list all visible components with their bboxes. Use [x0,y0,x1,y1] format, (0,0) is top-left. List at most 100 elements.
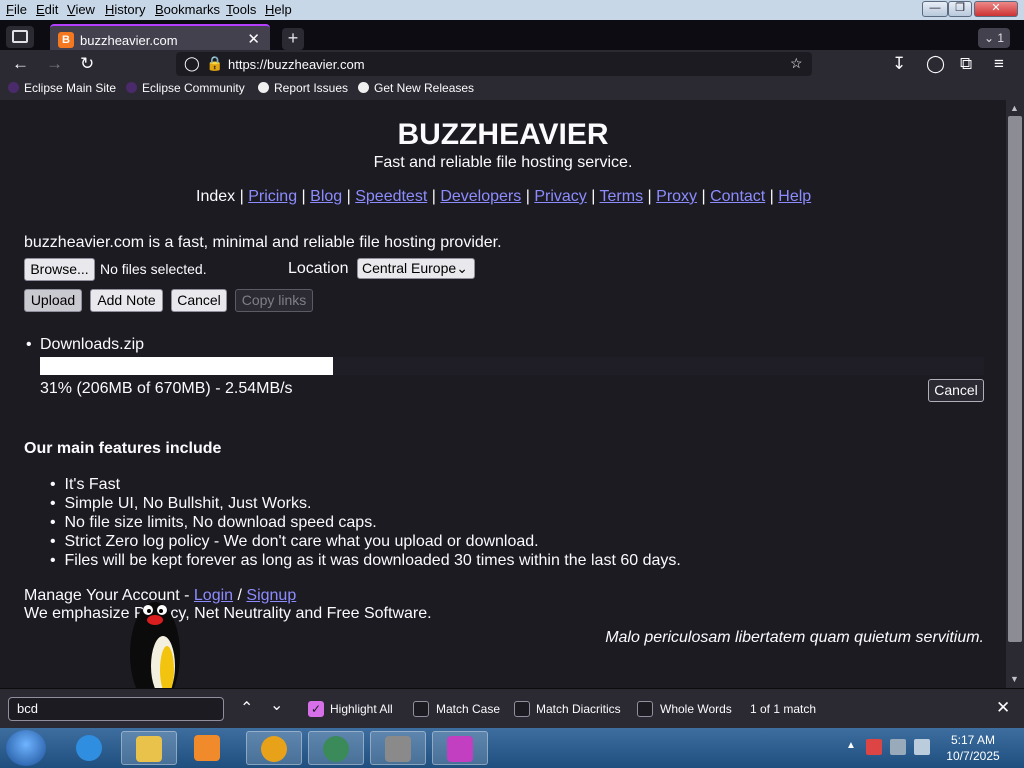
start-button[interactable] [6,730,46,766]
emphasize-text: We emphasize Privacy, Net Neutrality and… [24,605,432,622]
add-note-button[interactable]: Add Note [90,289,163,312]
find-next-icon[interactable]: ⌄ [270,695,283,715]
tray-expand-icon[interactable]: ▲ [846,740,856,751]
features-heading: Our main features include [24,440,222,457]
taskbar-file-explorer[interactable] [121,731,177,765]
bullet-icon: • [26,336,32,353]
bookmark-eclipse-community[interactable]: Eclipse Community [126,81,245,95]
menu-bookmarks[interactable]: Bookmarks [155,2,220,17]
network-icon[interactable] [890,739,906,755]
match-case-checkbox[interactable] [413,701,429,717]
find-input[interactable]: bcd [8,697,224,721]
upload-progress-fill [40,357,333,375]
cancel-all-button[interactable]: Cancel [171,289,227,312]
downloads-icon[interactable]: ↧ [892,54,906,74]
nav-help[interactable]: Help [778,188,811,205]
match-diacritics-label[interactable]: Match Diacritics [536,702,621,716]
match-diacritics-checkbox[interactable] [514,701,530,717]
page-scrollbar[interactable]: ▲ ▼ [1006,100,1024,688]
intro-text: buzzheavier.com is a fast, minimal and r… [24,234,502,251]
maximize-button[interactable]: ❐ [948,1,972,17]
reload-icon[interactable]: ↻ [80,54,94,74]
shield-icon[interactable]: ◯ [184,55,200,72]
forward-icon[interactable]: → [46,54,63,74]
bookmark-label: Eclipse Community [142,81,245,95]
page-content: BUZZHEAVIER Fast and reliable file hosti… [0,100,1006,711]
github-icon [358,82,369,93]
whole-words-label[interactable]: Whole Words [660,702,732,716]
login-link[interactable]: Login [194,587,233,604]
menu-tools[interactable]: Tools [226,2,256,17]
menu-file[interactable]: File [6,2,27,17]
upload-filename: Downloads.zip [40,336,145,353]
taskbar-internet-explorer[interactable] [62,731,118,765]
copy-links-button: Copy links [235,289,313,312]
close-tab-icon[interactable]: ✕ [247,30,260,48]
volume-muted-icon[interactable] [914,739,930,755]
nav-developers[interactable]: Developers [440,188,521,205]
scroll-up-icon[interactable]: ▲ [1010,103,1019,113]
nav-blog[interactable]: Blog [310,188,342,205]
location-select[interactable]: Central Europe ⌄ [357,258,475,279]
nav-pricing[interactable]: Pricing [248,188,297,205]
whole-words-checkbox[interactable] [637,701,653,717]
menu-hamburger-icon[interactable]: ≡ [994,54,1004,74]
find-bar: bcd ⌃ ⌄ ✓ Highlight All Match Case Match… [0,688,1024,728]
windows-taskbar: ▲ 5:17 AM 10/7/2025 [0,728,1024,768]
bookmark-star-icon[interactable]: ☆ [790,55,803,72]
nav-terms[interactable]: Terms [600,188,644,205]
close-window-button[interactable]: ✕ [974,1,1018,17]
browse-button[interactable]: Browse... [24,258,95,281]
url-text[interactable]: https://buzzheavier.com [228,57,365,72]
address-bar[interactable]: ◯ 🔒 https://buzzheavier.com ☆ [176,52,812,76]
menu-history[interactable]: History [105,2,145,17]
scrollbar-thumb[interactable] [1008,116,1022,642]
action-center-icon[interactable] [866,739,882,755]
nav-proxy[interactable]: Proxy [656,188,697,205]
bookmark-report-issues[interactable]: Report Issues [258,81,348,95]
menu-edit[interactable]: Edit [36,2,58,17]
globe-icon [323,736,349,762]
firefox-view-icon[interactable] [6,26,34,48]
lock-icon[interactable]: 🔒 [206,55,223,72]
clock-time[interactable]: 5:17 AM [938,733,1008,747]
taskbar-game-app[interactable] [370,731,426,765]
extensions-icon[interactable]: ⧉ [960,54,972,74]
bookmark-eclipse-main-site[interactable]: Eclipse Main Site [8,81,116,95]
find-previous-icon[interactable]: ⌃ [240,698,253,718]
account-icon[interactable]: ◯ [926,54,945,74]
match-case-label[interactable]: Match Case [436,702,500,716]
new-tab-button[interactable]: + [282,28,304,50]
menu-view[interactable]: View [67,2,95,17]
taskbar-browser-globe[interactable] [308,731,364,765]
close-find-bar-icon[interactable]: ✕ [996,698,1010,718]
tab-active[interactable]: B buzzheavier.com ✕ [50,24,270,52]
scroll-down-icon[interactable]: ▼ [1010,674,1019,684]
find-result-count: 1 of 1 match [750,702,817,716]
back-icon[interactable]: ← [12,54,29,74]
nav-privacy[interactable]: Privacy [534,188,586,205]
site-title: BUZZHEAVIER [397,118,609,151]
nav-index: Index [196,188,236,205]
chevron-down-icon: ⌄ [983,31,995,45]
minimize-button[interactable]: — [922,1,948,17]
menu-help[interactable]: Help [265,2,292,17]
cancel-upload-button[interactable]: Cancel [928,379,984,402]
nav-contact[interactable]: Contact [710,188,765,205]
signup-link[interactable]: Signup [246,587,296,604]
highlight-all-label[interactable]: Highlight All [330,702,393,716]
highlight-all-checkbox[interactable]: ✓ [308,701,324,717]
list-item: • Strict Zero log policy - We don't care… [50,533,539,550]
taskbar-search-app[interactable] [246,731,302,765]
magnifier-icon [261,736,287,762]
bookmark-get-new-releases[interactable]: Get New Releases [358,81,474,95]
tab-list-button[interactable]: ⌄ 1 [978,28,1010,48]
taskbar-firefox[interactable] [432,731,488,765]
bookmark-label: Eclipse Main Site [24,81,117,95]
location-value: Central Europe [362,260,457,276]
nav-speedtest[interactable]: Speedtest [355,188,427,205]
taskbar-media-player[interactable] [180,731,236,765]
media-player-icon [194,735,220,761]
clock-date[interactable]: 10/7/2025 [938,749,1008,763]
upload-button[interactable]: Upload [24,289,82,312]
